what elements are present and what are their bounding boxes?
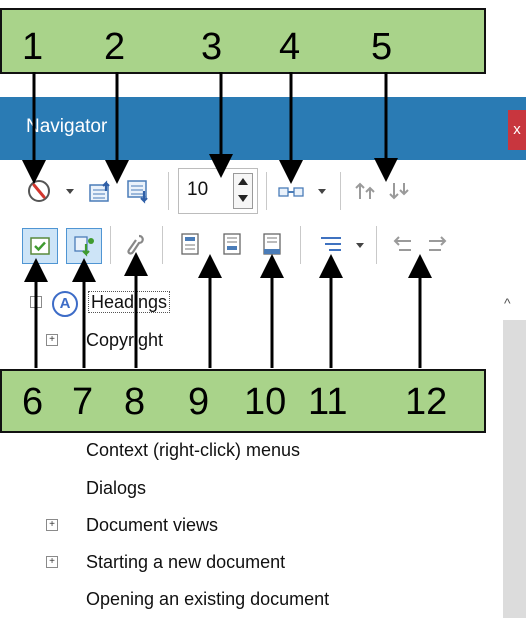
collapse-headings-icon[interactable]: - xyxy=(30,296,42,308)
promote-chapter-button[interactable] xyxy=(388,232,416,258)
spin-arrows[interactable] xyxy=(233,173,253,209)
next-item-icon xyxy=(127,180,148,204)
heading-levels-shown-icon xyxy=(321,237,341,251)
tree-item-starting-new-document[interactable]: Starting a new document xyxy=(86,552,285,573)
close-button[interactable]: x xyxy=(508,110,526,150)
insert-link-icon xyxy=(127,234,144,255)
tree-item-dialogs[interactable]: Dialogs xyxy=(86,478,146,499)
tree-item-opening-existing-document[interactable]: Opening an existing document xyxy=(86,589,329,610)
tree-item-context-menus[interactable]: Context (right-click) menus xyxy=(86,440,300,461)
expand-copyright-icon[interactable]: + xyxy=(46,334,58,346)
navigator-titlebar: Navigator xyxy=(0,97,526,160)
scroll-up-icon[interactable]: ^ xyxy=(504,295,511,311)
demote-chapter-icon xyxy=(429,236,447,251)
callout-number: 2 xyxy=(104,26,126,68)
callout-number: 6 xyxy=(22,381,44,423)
navigator-title: Navigator xyxy=(26,116,108,137)
headings-category-icon: A xyxy=(52,291,78,317)
drag-mode-icon xyxy=(278,187,304,197)
drag-mode-button[interactable] xyxy=(276,180,306,204)
callout-number: 11 xyxy=(308,381,348,423)
callout-number: 10 xyxy=(244,381,287,423)
footer-icon xyxy=(223,233,241,255)
navigator-toolbar xyxy=(0,160,526,290)
heading-levels-shown-button[interactable] xyxy=(316,231,346,259)
toggle-master-view-icon xyxy=(30,237,50,255)
toolbar-separator xyxy=(110,226,111,264)
callout-number: 9 xyxy=(188,381,210,423)
promote-level-button[interactable] xyxy=(352,178,380,204)
scrollbar-thumb[interactable] xyxy=(503,320,526,618)
set-reminder-icon xyxy=(74,236,94,257)
toggle-master-view-button[interactable] xyxy=(22,228,58,264)
drag-mode-dropdown-arrow[interactable] xyxy=(318,189,326,194)
promote-chapter-icon xyxy=(393,236,411,251)
demote-chapter-button[interactable] xyxy=(424,232,452,258)
toolbar-separator xyxy=(162,226,163,264)
promote-level-icon xyxy=(355,182,375,199)
toolbar-separator xyxy=(340,172,341,210)
heading-levels-spinbox[interactable]: 10 xyxy=(178,168,258,214)
tree-item-copyright[interactable]: Copyright xyxy=(86,330,163,351)
callout-number: 3 xyxy=(201,26,223,68)
header-icon xyxy=(181,233,199,255)
demote-level-icon xyxy=(389,183,409,200)
expand-document-views-icon[interactable]: + xyxy=(46,519,58,531)
previous-item-icon xyxy=(89,180,110,202)
toolbar-separator xyxy=(168,172,169,210)
spin-value[interactable]: 10 xyxy=(187,179,208,201)
callout-number: 8 xyxy=(124,381,146,423)
spin-up-icon[interactable] xyxy=(238,178,248,185)
tree-item-document-views[interactable]: Document views xyxy=(86,515,218,536)
expand-starting-new-document-icon[interactable]: + xyxy=(46,556,58,568)
tree-item-headings[interactable]: Headings xyxy=(88,291,171,313)
navigation-compass-icon xyxy=(28,180,50,202)
callout-number: 12 xyxy=(405,381,448,423)
footer-button[interactable] xyxy=(218,230,246,258)
navigator-window: Navigator x 10 ^ - A Headings + Copyrigh… xyxy=(0,0,526,618)
set-reminder-button[interactable] xyxy=(66,228,102,264)
toolbar-separator xyxy=(376,226,377,264)
callout-bar-top xyxy=(0,8,486,74)
header-button[interactable] xyxy=(176,230,204,258)
callout-number: 4 xyxy=(279,26,301,68)
next-item-button[interactable] xyxy=(124,176,154,206)
toolbar-separator xyxy=(266,172,267,210)
previous-item-button[interactable] xyxy=(86,176,116,206)
callout-number: 5 xyxy=(371,26,393,68)
vertical-scrollbar[interactable]: ^ xyxy=(497,285,526,618)
tree-item-label: Headings xyxy=(88,291,171,313)
navigation-compass-button[interactable] xyxy=(26,178,52,204)
spin-down-icon[interactable] xyxy=(238,195,248,202)
anchor-to-anchor-icon xyxy=(263,233,281,255)
anchor-to-anchor-button[interactable] xyxy=(258,230,286,258)
heading-levels-dropdown-arrow[interactable] xyxy=(356,243,364,248)
insert-link-button[interactable] xyxy=(122,231,150,259)
toolbar-separator xyxy=(300,226,301,264)
callout-number: 7 xyxy=(72,381,94,423)
compass-dropdown-arrow[interactable] xyxy=(66,189,74,194)
demote-level-button[interactable] xyxy=(386,178,414,204)
callout-number: 1 xyxy=(22,26,44,68)
